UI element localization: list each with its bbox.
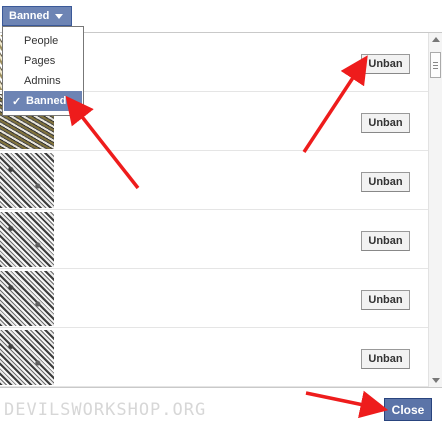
list-item: Unban [0,151,428,210]
chevron-down-icon [55,13,64,19]
unban-button[interactable]: Unban [361,231,410,251]
unban-button[interactable]: Unban [361,54,410,74]
unban-button[interactable]: Unban [361,113,410,133]
menu-item-banned[interactable]: ✓ Banned [4,91,82,111]
close-button[interactable]: Close [384,398,432,421]
scroll-up-icon[interactable] [432,37,440,42]
watermark-text: DEVILSWORKSHOP.ORG [4,400,207,420]
list-item: Unban [0,210,428,269]
menu-item-pages[interactable]: Pages [4,51,82,71]
filter-dropdown-menu: People Pages Admins ✓ Banned [2,26,84,116]
menu-item-people[interactable]: People [4,31,82,51]
unban-button[interactable]: Unban [361,349,410,369]
menu-item-admins[interactable]: Admins [4,71,82,91]
unban-button[interactable]: Unban [361,172,410,192]
filter-dropdown-label: Banned [9,10,50,22]
scrollbar-thumb[interactable] [430,52,441,78]
list-item: Unban [0,328,428,387]
profile-thumbnail [0,212,54,267]
vertical-scrollbar[interactable] [428,33,442,387]
arrow-to-close-button [305,390,389,419]
profile-thumbnail [0,271,54,326]
filter-dropdown-button[interactable]: Banned [2,6,72,26]
check-icon: ✓ [12,95,22,108]
list-item: Unban [0,269,428,328]
profile-thumbnail [0,153,54,208]
scroll-down-icon[interactable] [432,378,440,383]
profile-thumbnail [0,330,54,385]
unban-button[interactable]: Unban [361,290,410,310]
